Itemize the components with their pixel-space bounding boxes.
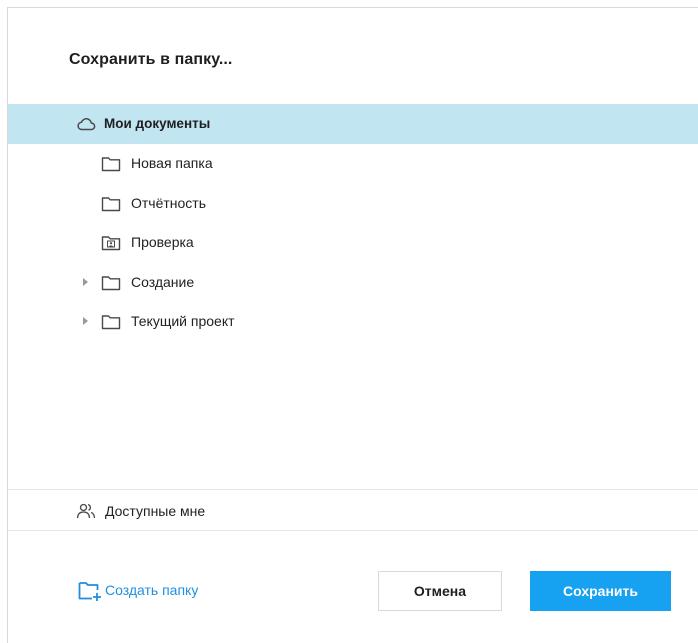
tree-item-check[interactable]: Проверка [8,223,698,263]
cancel-button[interactable]: Отмена [378,571,502,611]
divider [8,489,698,490]
folder-icon [101,313,121,331]
tree-item-label: Мои документы [104,116,211,131]
tree-item-label: Новая папка [131,155,213,171]
dialog-title: Сохранить в папку... [69,51,233,68]
new-folder-icon [78,581,102,601]
tree-item-label: Текущий проект [131,313,235,329]
shared-with-me-item[interactable]: Доступные мне [8,491,698,530]
tree-item-new-folder[interactable]: Новая папка [8,144,698,184]
tree-item-my-documents[interactable]: Мои документы [8,104,698,144]
users-icon [76,502,96,520]
save-button[interactable]: Сохранить [530,571,671,611]
shared-with-me-label: Доступные мне [105,503,206,519]
expand-arrow-icon[interactable] [83,317,88,325]
tree-item-label: Создание [131,273,195,290]
folder-icon [101,195,121,213]
folder-icon [101,155,121,173]
tree-item-label: Проверка [131,234,194,250]
shared-folder-icon [101,234,121,252]
folder-icon [101,274,121,292]
cloud-icon [76,115,96,133]
divider [8,530,698,531]
tree-item-reporting[interactable]: Отчётность [8,184,698,224]
save-to-folder-dialog: Сохранить в папку... Мои документы Новая… [7,7,698,643]
create-folder-label: Создать папку [105,582,199,598]
tree-item-label: Отчётность [131,194,207,211]
folder-tree: Мои документы Новая папка Отчётность Про… [8,104,698,342]
tree-item-current-project[interactable]: Текущий проект [8,302,698,342]
expand-arrow-icon[interactable] [83,277,88,286]
tree-item-creation[interactable]: Создание [8,263,698,303]
